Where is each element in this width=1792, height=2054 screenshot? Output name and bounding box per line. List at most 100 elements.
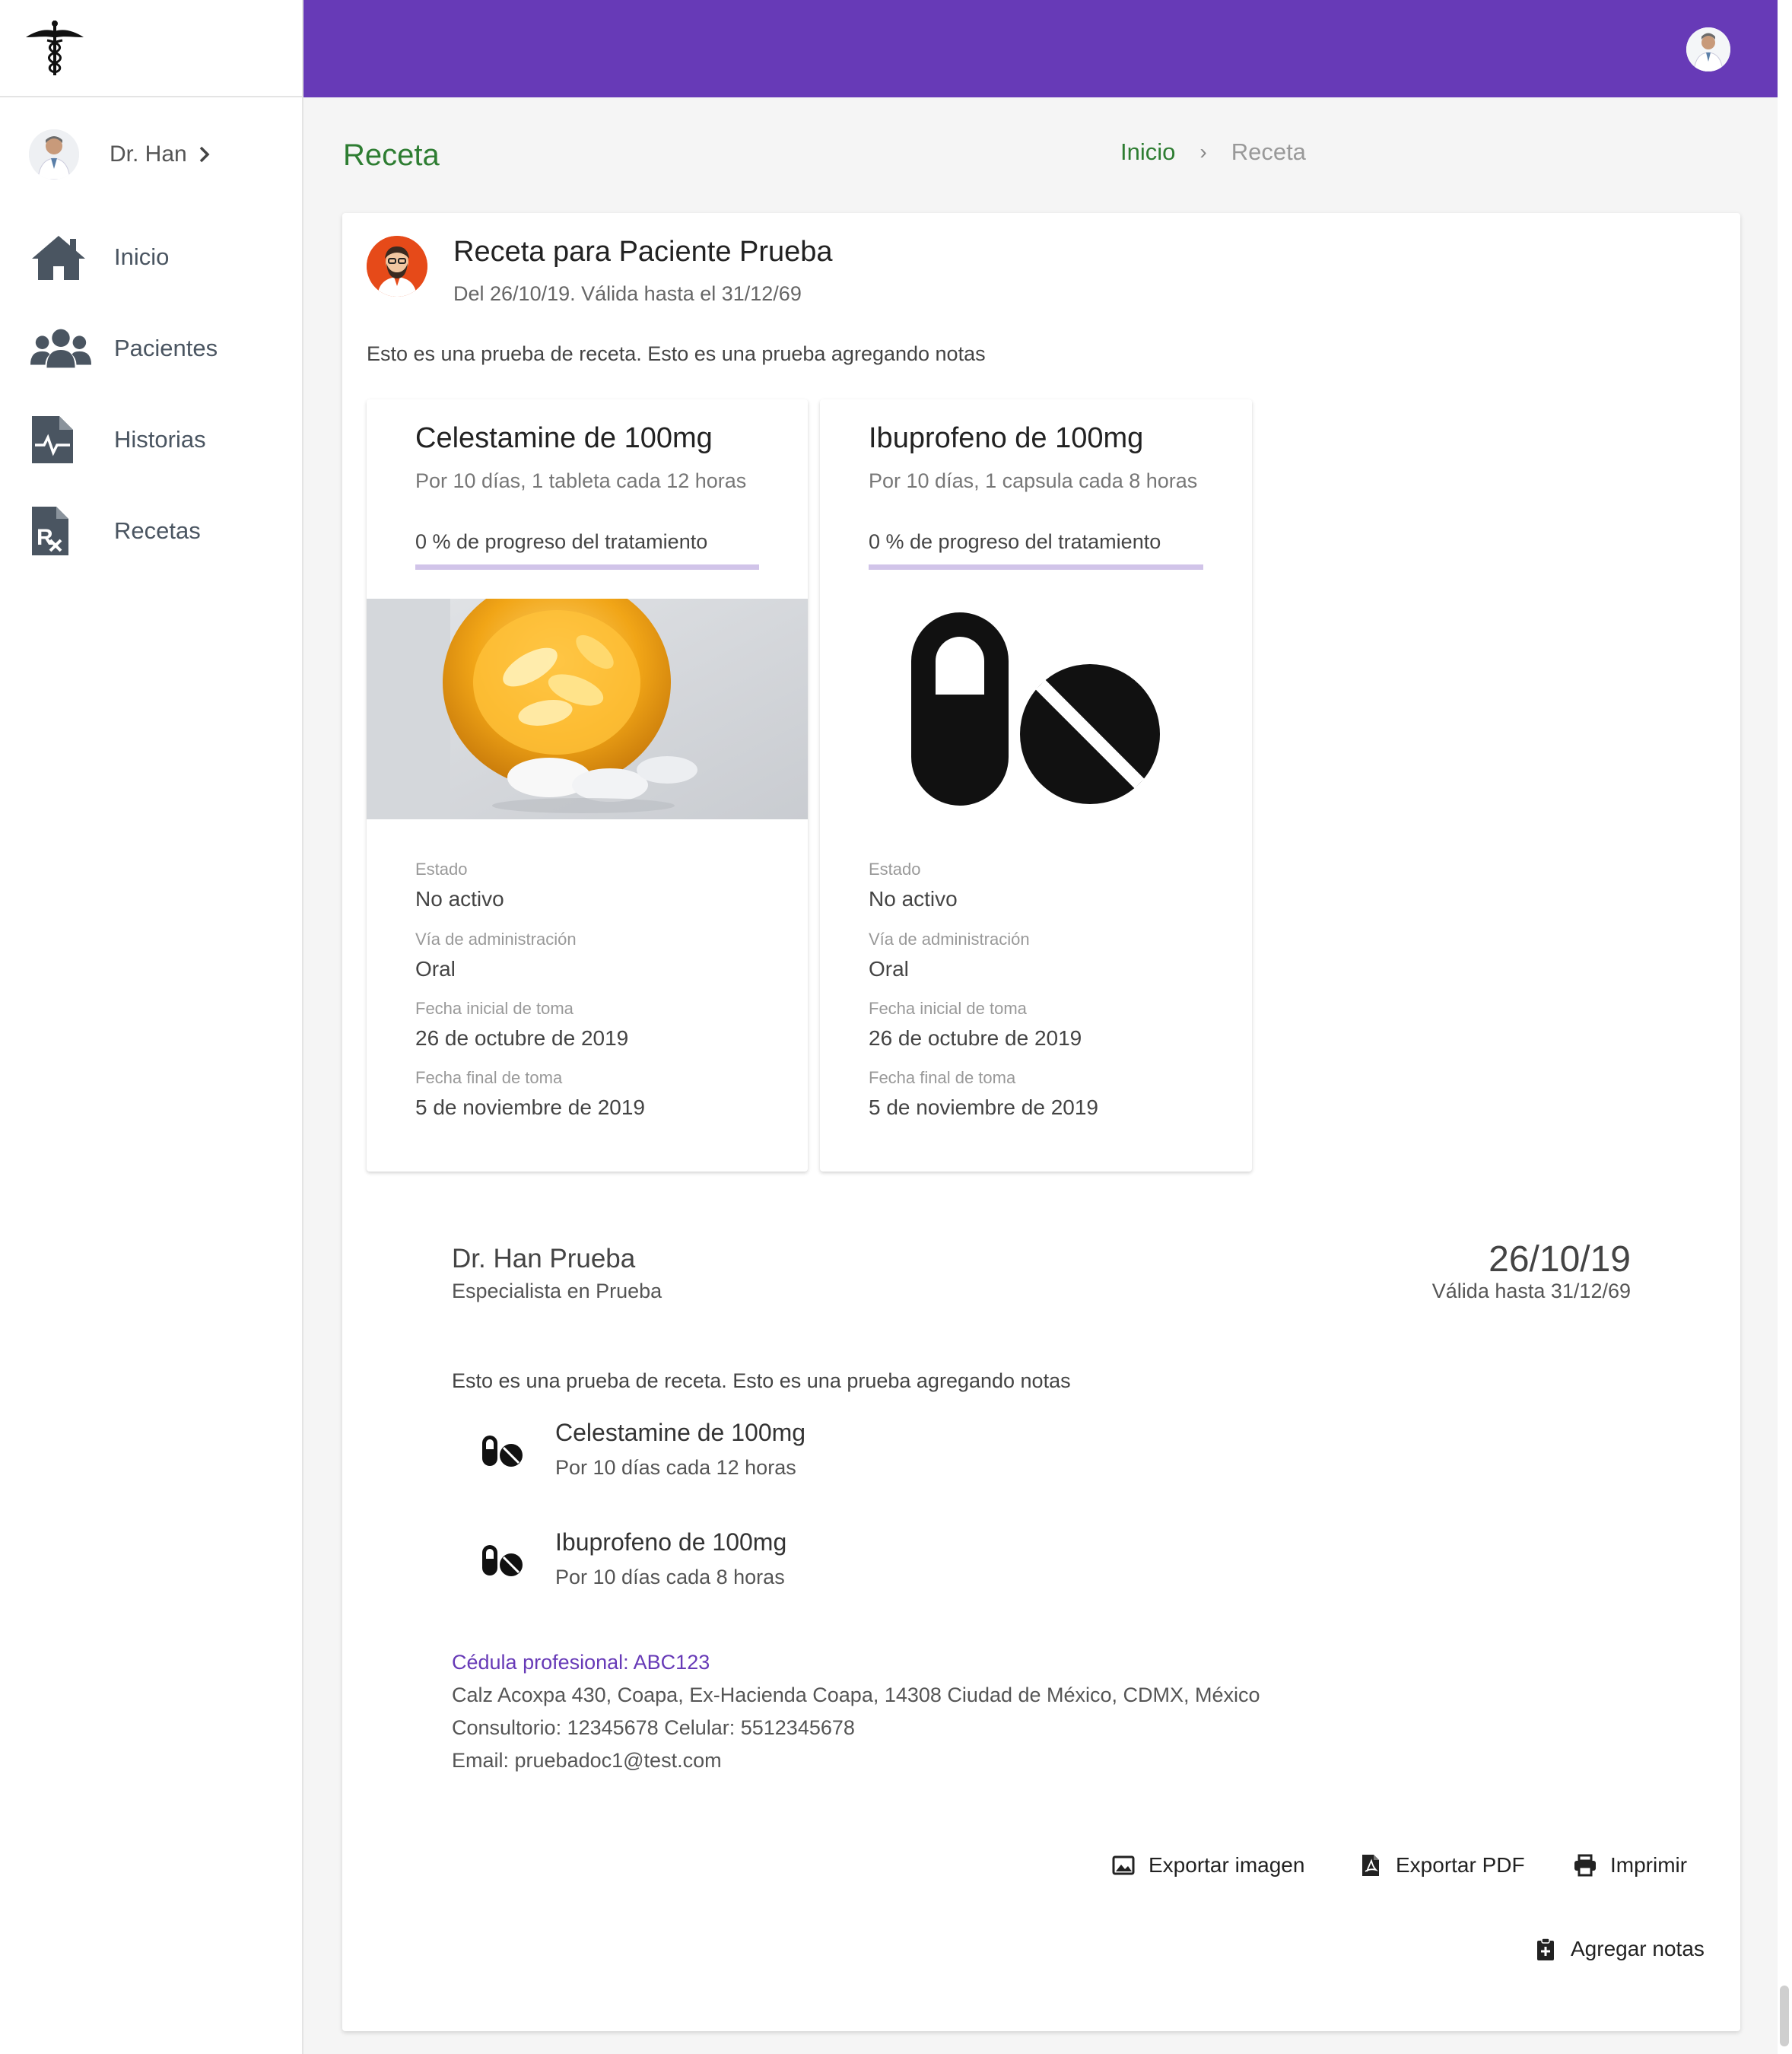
add-notes-button[interactable]: Agregar notas — [1533, 1936, 1705, 1962]
svg-text:R: R — [37, 525, 53, 550]
print-button[interactable]: Imprimir — [1572, 1852, 1687, 1878]
end-date-value: 5 de noviembre de 2019 — [869, 1095, 1098, 1119]
end-date-field: Fecha final de toma 5 de noviembre de 20… — [415, 1068, 645, 1120]
prescription-icon: R — [32, 507, 68, 555]
page-title: Receta — [343, 138, 440, 172]
breadcrumb-current: Receta — [1231, 138, 1306, 165]
list-item: Ibuprofeno de 100mg Por 10 días cada 8 h… — [479, 1528, 786, 1589]
chevron-right-icon — [199, 146, 210, 163]
start-date-field: Fecha inicial de toma 26 de octubre de 2… — [869, 999, 1082, 1051]
start-date-label: Fecha inicial de toma — [869, 999, 1027, 1018]
sidebar-item-inicio[interactable]: Inicio — [0, 211, 302, 303]
export-image-label: Exportar imagen — [1149, 1853, 1305, 1877]
pills-icon — [820, 599, 1252, 819]
export-pdf-button[interactable]: Exportar PDF — [1358, 1852, 1525, 1878]
breadcrumb-separator: › — [1199, 140, 1207, 164]
prescription-notes: Esto es una prueba de receta. Esto es un… — [367, 342, 986, 365]
start-date-label: Fecha inicial de toma — [415, 999, 574, 1018]
pdf-file-icon — [1362, 1855, 1379, 1876]
logo[interactable] — [0, 0, 302, 97]
status-field: Estado No activo — [869, 860, 958, 911]
sidebar-item-recetas[interactable]: R Recetas — [0, 485, 302, 577]
route-value: Oral — [415, 957, 456, 981]
top-bar — [303, 0, 1778, 97]
breadcrumb-home-link[interactable]: Inicio — [1120, 138, 1175, 166]
printout-notes: Esto es una prueba de receta. Esto es un… — [452, 1369, 1071, 1392]
patient-avatar — [367, 236, 427, 297]
route-value: Oral — [869, 957, 909, 981]
doctor-name: Dr. Han Prueba — [452, 1244, 636, 1273]
end-date-label: Fecha final de toma — [869, 1068, 1016, 1087]
breadcrumb: Inicio › Receta — [1120, 138, 1306, 166]
printer-icon — [1574, 1854, 1596, 1877]
doctor-specialty: Especialista en Prueba — [452, 1280, 662, 1302]
start-date-field: Fecha inicial de toma 26 de octubre de 2… — [415, 999, 628, 1051]
progress-text: 0 % de progreso del tratamiento — [415, 530, 708, 553]
scroll-thumb[interactable] — [1780, 1986, 1789, 2046]
export-image-button[interactable]: Exportar imagen — [1110, 1852, 1304, 1878]
doctor-phones: Consultorio: 12345678 Celular: 551234567… — [452, 1716, 855, 1739]
progress-bar — [869, 564, 1203, 570]
prescription-dates: Del 26/10/19. Válida hasta el 31/12/69 — [453, 282, 802, 305]
prescription-title: Receta para Paciente Prueba — [453, 236, 833, 268]
route-label: Vía de administración — [415, 930, 577, 949]
route-field: Vía de administración Oral — [415, 930, 577, 981]
printout-medicine-name: Celestamine de 100mg — [555, 1419, 806, 1446]
pill-bottle-photo — [367, 599, 808, 819]
prescription-valid-until: Válida hasta 31/12/69 — [1431, 1280, 1631, 1302]
pills-icon — [482, 1545, 523, 1576]
end-date-value: 5 de noviembre de 2019 — [415, 1095, 645, 1119]
medicine-dose: Por 10 días, 1 capsula cada 8 horas — [869, 469, 1198, 492]
professional-license: Cédula profesional: ABC123 — [452, 1651, 710, 1674]
user-menu[interactable]: Dr. Han — [0, 97, 302, 211]
image-icon — [1112, 1855, 1135, 1875]
user-name: Dr. Han — [110, 141, 187, 167]
medicine-card[interactable]: Ibuprofeno de 100mg Por 10 días, 1 capsu… — [820, 399, 1252, 1172]
status-value: No activo — [869, 887, 958, 911]
sidebar-item-pacientes[interactable]: Pacientes — [0, 303, 302, 394]
start-date-value: 26 de octubre de 2019 — [869, 1026, 1082, 1050]
status-value: No activo — [415, 887, 504, 911]
printout-medicine-name: Ibuprofeno de 100mg — [555, 1528, 787, 1556]
pills-icon — [482, 1436, 523, 1467]
progress-text: 0 % de progreso del tratamiento — [869, 530, 1161, 553]
start-date-value: 26 de octubre de 2019 — [415, 1026, 629, 1050]
caduceus-icon — [26, 21, 84, 75]
account-avatar[interactable] — [1686, 27, 1730, 72]
status-label: Estado — [415, 860, 468, 879]
sidebar-item-label: Inicio — [114, 243, 170, 270]
add-notes-label: Agregar notas — [1571, 1937, 1705, 1960]
status-label: Estado — [869, 860, 921, 879]
sidebar-item-historias[interactable]: Historias — [0, 394, 302, 485]
medicine-card[interactable]: Celestamine de 100mg Por 10 días, 1 tabl… — [367, 399, 808, 1172]
sidebar: Dr. Han Inicio Pacientes Historias R Rec… — [0, 0, 303, 2054]
medicine-dose: Por 10 días, 1 tableta cada 12 horas — [415, 469, 747, 492]
printout-medicine-dose: Por 10 días cada 12 horas — [555, 1456, 796, 1479]
prescription-date: 26/10/19 — [1489, 1239, 1631, 1280]
status-field: Estado No activo — [415, 860, 504, 911]
medicine-name: Ibuprofeno de 100mg — [869, 422, 1144, 454]
export-pdf-label: Exportar PDF — [1396, 1853, 1525, 1877]
clipboard-plus-icon — [1537, 1938, 1554, 1960]
end-date-field: Fecha final de toma 5 de noviembre de 20… — [869, 1068, 1098, 1120]
prescription-header: Receta para Paciente Prueba Del 26/10/19… — [367, 236, 833, 306]
scrollbar[interactable] — [1778, 0, 1792, 2054]
users-icon — [30, 329, 91, 368]
medical-file-icon — [32, 416, 73, 463]
print-label: Imprimir — [1610, 1853, 1688, 1877]
list-item: Celestamine de 100mg Por 10 días cada 12… — [479, 1419, 805, 1480]
sidebar-item-label: Pacientes — [114, 335, 218, 361]
progress-bar — [415, 564, 759, 570]
prescription-card: Receta para Paciente Prueba Del 26/10/19… — [342, 213, 1740, 2031]
medicine-name: Celestamine de 100mg — [415, 422, 713, 454]
avatar — [29, 129, 79, 180]
end-date-label: Fecha final de toma — [415, 1068, 563, 1087]
sidebar-item-label: Historias — [114, 426, 206, 453]
doctor-address: Calz Acoxpa 430, Coapa, Ex-Hacienda Coap… — [452, 1684, 1260, 1706]
route-field: Vía de administración Oral — [869, 930, 1030, 981]
doctor-email: Email: pruebadoc1@test.com — [452, 1749, 722, 1772]
route-label: Vía de administración — [869, 930, 1030, 949]
sidebar-item-label: Recetas — [114, 517, 201, 544]
home-icon — [32, 236, 85, 280]
printout-medicine-dose: Por 10 días cada 8 horas — [555, 1566, 785, 1588]
